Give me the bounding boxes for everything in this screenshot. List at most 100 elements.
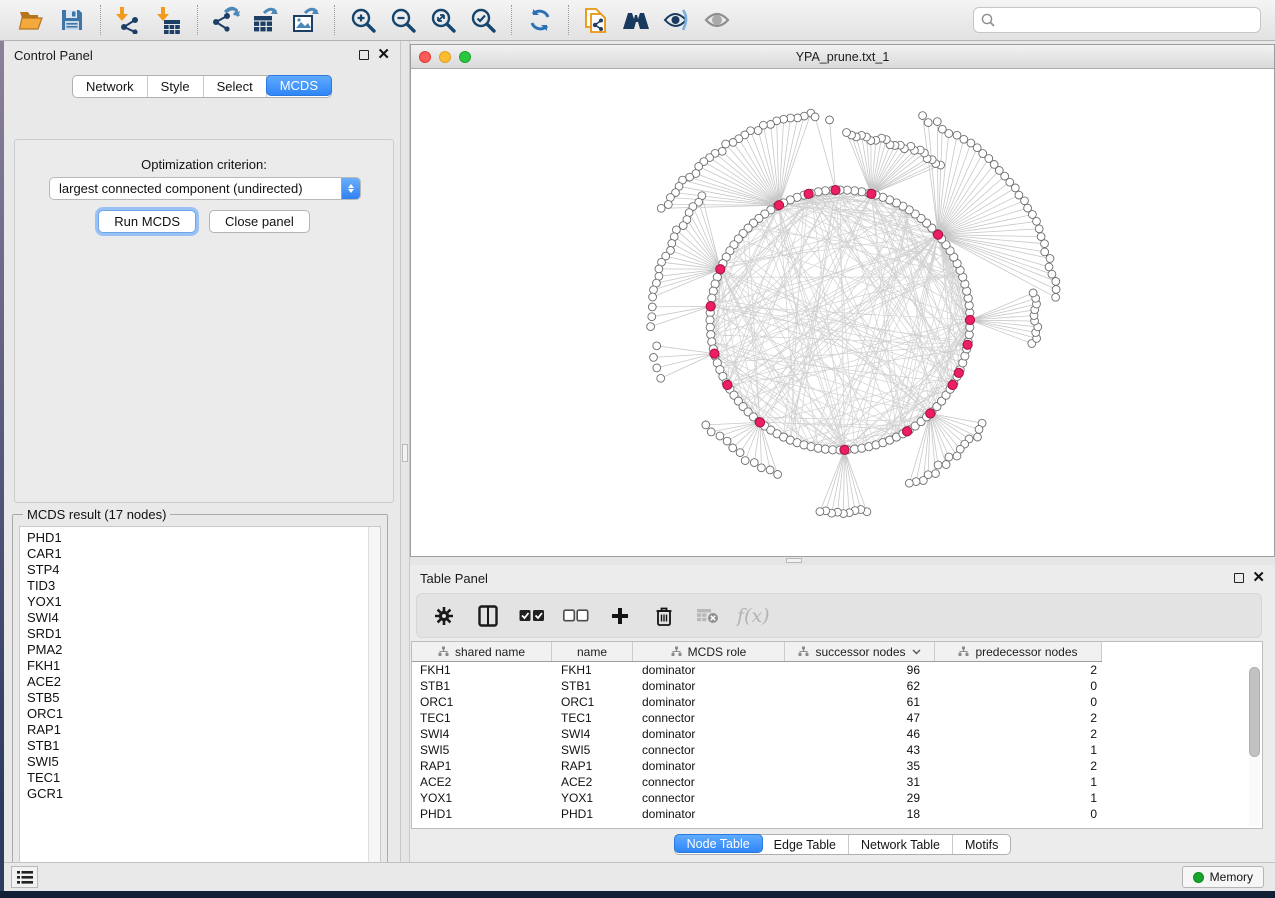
import-network-icon[interactable]	[112, 4, 146, 36]
refresh-icon[interactable]	[523, 4, 557, 36]
hide-selection-icon[interactable]	[660, 4, 694, 36]
delete-column-icon[interactable]	[649, 601, 679, 631]
list-item[interactable]: STB5	[27, 690, 380, 706]
table-row[interactable]: STB1 STB1 dominator 62 0	[412, 678, 1262, 694]
desktop-wallpaper-strip	[0, 41, 4, 891]
list-item[interactable]: ORC1	[27, 706, 380, 722]
tab[interactable]: Edge Table	[762, 835, 849, 854]
dropdown-stepper-icon	[341, 177, 360, 200]
list-item[interactable]: FKH1	[27, 658, 380, 674]
list-item[interactable]: ACE2	[27, 674, 380, 690]
list-item[interactable]: PMA2	[27, 642, 380, 658]
network-canvas[interactable]	[411, 69, 1274, 556]
list-item[interactable]: YOX1	[27, 594, 380, 610]
tab[interactable]: MCDS	[266, 75, 332, 96]
table-row[interactable]: ACE2 ACE2 connector 31 1	[412, 774, 1262, 790]
table-row[interactable]: RAP1 RAP1 dominator 35 2	[412, 758, 1262, 774]
result-list-scrollbar[interactable]	[368, 527, 380, 873]
tab[interactable]: Motifs	[953, 835, 1010, 854]
toolbar-separator	[334, 5, 335, 35]
delete-table-icon-disabled	[693, 601, 723, 631]
task-history-button[interactable]	[11, 866, 38, 888]
tab[interactable]: Node Table	[674, 834, 763, 853]
control-panel: Control Panel ✕ NetworkStyleSelectMCDS O…	[4, 41, 400, 862]
toolbar-separator	[568, 5, 569, 35]
network-view-frame: YPA_prune.txt_1	[410, 44, 1275, 557]
table-row[interactable]: PHD1 PHD1 dominator 18 0	[412, 806, 1262, 822]
float-panel-icon[interactable]	[1234, 573, 1244, 583]
zoom-out-icon[interactable]	[386, 4, 420, 36]
export-table-icon[interactable]	[249, 4, 283, 36]
zoom-fit-icon[interactable]	[426, 4, 460, 36]
import-table-icon[interactable]	[152, 4, 186, 36]
mcds-result-group: MCDS result (17 nodes) PHD1CAR1STP4TID3Y…	[12, 507, 388, 879]
select-all-rows-icon[interactable]	[517, 601, 547, 631]
list-item[interactable]: SWI4	[27, 610, 380, 626]
list-item[interactable]: GCR1	[27, 786, 380, 802]
open-file-icon[interactable]	[15, 4, 49, 36]
list-item[interactable]: PHD1	[27, 530, 380, 546]
column-header-shared-name[interactable]: shared name	[412, 642, 552, 661]
list-item[interactable]: TEC1	[27, 770, 380, 786]
table-row[interactable]: TEC1 TEC1 connector 47 2	[412, 710, 1262, 726]
list-item[interactable]: STP4	[27, 562, 380, 578]
list-item[interactable]: RAP1	[27, 722, 380, 738]
column-header-predecessor-nodes[interactable]: predecessor nodes	[935, 642, 1102, 661]
column-header-mcds-role[interactable]: MCDS role	[633, 642, 785, 661]
node-table: shared name name MCDS role successor nod…	[411, 641, 1263, 829]
zoom-selected-icon[interactable]	[466, 4, 500, 36]
list-item[interactable]: TID3	[27, 578, 380, 594]
duplicate-network-icon[interactable]	[580, 4, 614, 36]
list-item[interactable]: SRD1	[27, 626, 380, 642]
table-scrollbar[interactable]	[1249, 664, 1260, 826]
table-row[interactable]: FKH1 FKH1 dominator 96 2	[412, 662, 1262, 678]
table-panel-tabs: Node TableEdge TableNetwork TableMotifs	[674, 834, 1012, 855]
splitter-handle[interactable]	[402, 444, 408, 462]
show-all-icon	[700, 4, 734, 36]
table-row[interactable]: SWI4 SWI4 dominator 46 2	[412, 726, 1262, 742]
mcds-panel: Optimization criterion: largest connecte…	[14, 139, 394, 503]
export-network-icon[interactable]	[209, 4, 243, 36]
float-panel-icon[interactable]	[359, 50, 369, 60]
sort-chevron-icon[interactable]	[912, 649, 921, 655]
vertical-splitter[interactable]	[400, 41, 410, 862]
memory-button[interactable]: Memory	[1182, 866, 1264, 888]
list-item[interactable]: SWI5	[27, 754, 380, 770]
zoom-in-icon[interactable]	[346, 4, 380, 36]
add-column-icon[interactable]	[605, 601, 635, 631]
list-item[interactable]: STB1	[27, 738, 380, 754]
tab[interactable]: Style	[148, 76, 204, 97]
close-panel-button[interactable]: Close panel	[209, 210, 310, 233]
main-toolbar	[0, 0, 1275, 41]
column-header-name[interactable]: name	[552, 642, 633, 661]
close-panel-icon[interactable]: ✕	[377, 50, 390, 60]
horizontal-splitter[interactable]	[410, 557, 1275, 565]
splitter-handle[interactable]	[786, 558, 802, 563]
table-row[interactable]: SWI5 SWI5 connector 43 1	[412, 742, 1262, 758]
scrollbar-thumb[interactable]	[1249, 667, 1260, 757]
tab[interactable]: Network Table	[849, 835, 953, 854]
control-panel-title: Control Panel	[14, 48, 93, 63]
list-icon	[17, 871, 33, 884]
search-input[interactable]	[1000, 13, 1253, 27]
deselect-all-rows-icon[interactable]	[561, 601, 591, 631]
column-selector-icon[interactable]	[473, 601, 503, 631]
list-item[interactable]: CAR1	[27, 546, 380, 562]
search-field[interactable]	[973, 7, 1261, 33]
column-header-successor-nodes[interactable]: successor nodes	[785, 642, 935, 661]
tab[interactable]: Select	[204, 76, 267, 97]
criterion-dropdown[interactable]: largest connected component (undirected)	[49, 177, 361, 200]
run-mcds-button[interactable]: Run MCDS	[98, 210, 196, 233]
save-session-icon[interactable]	[55, 4, 89, 36]
network-frame-titlebar[interactable]: YPA_prune.txt_1	[411, 45, 1274, 69]
table-row[interactable]: YOX1 YOX1 connector 29 1	[412, 790, 1262, 806]
tab[interactable]: Network	[73, 76, 148, 97]
mcds-result-list[interactable]: PHD1CAR1STP4TID3YOX1SWI4SRD1PMA2FKH1ACE2…	[19, 526, 381, 874]
attribute-tree-icon	[438, 646, 449, 657]
table-row[interactable]: ORC1 ORC1 dominator 61 0	[412, 694, 1262, 710]
table-header-row: shared name name MCDS role successor nod…	[412, 642, 1102, 662]
export-image-icon[interactable]	[289, 4, 323, 36]
search-binoculars-icon[interactable]	[620, 4, 654, 36]
close-panel-icon[interactable]: ✕	[1252, 573, 1265, 583]
table-settings-gear-icon[interactable]	[429, 601, 459, 631]
